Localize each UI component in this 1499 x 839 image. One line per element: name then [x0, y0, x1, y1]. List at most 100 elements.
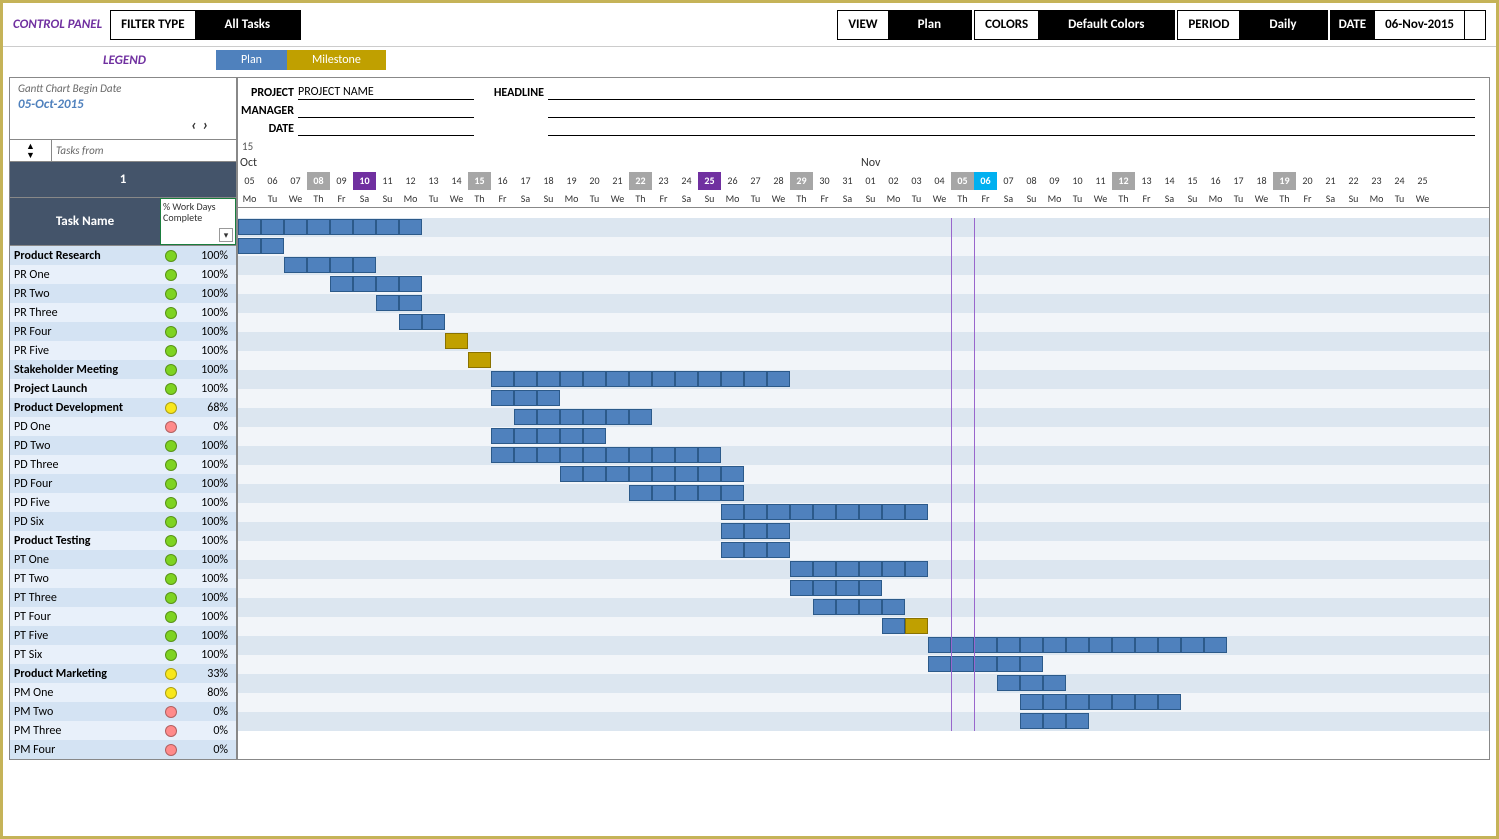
plan-bar[interactable]: [721, 542, 790, 558]
plan-bar[interactable]: [284, 257, 376, 273]
period-value[interactable]: Daily: [1239, 11, 1326, 39]
milestone-bar[interactable]: [905, 618, 928, 634]
task-row[interactable]: PR Four100%: [10, 322, 236, 341]
gantt-row[interactable]: [238, 446, 1489, 465]
plan-bar[interactable]: [790, 561, 928, 577]
gantt-row[interactable]: [238, 636, 1489, 655]
task-row[interactable]: PM One80%: [10, 683, 236, 702]
task-row[interactable]: Product Research100%: [10, 246, 236, 265]
gantt-row[interactable]: [238, 313, 1489, 332]
plan-bar[interactable]: [928, 637, 1227, 653]
gantt-row[interactable]: [238, 332, 1489, 351]
headline-line2[interactable]: [548, 117, 1475, 118]
gantt-row[interactable]: [238, 408, 1489, 427]
gantt-row[interactable]: [238, 351, 1489, 370]
gantt-row[interactable]: [238, 503, 1489, 522]
plan-bar[interactable]: [790, 580, 882, 596]
task-row[interactable]: PD Four100%: [10, 474, 236, 493]
gantt-row[interactable]: [238, 712, 1489, 731]
period-control[interactable]: PERIOD Daily: [1177, 10, 1327, 40]
pct-header-cell[interactable]: % Work Days Complete ▾: [160, 198, 236, 245]
gantt-grid[interactable]: [238, 218, 1489, 731]
plan-bar[interactable]: [560, 466, 744, 482]
task-row[interactable]: PD Two100%: [10, 436, 236, 455]
date-value[interactable]: 06-Nov-2015: [1374, 11, 1464, 39]
gantt-row[interactable]: [238, 389, 1489, 408]
plan-bar[interactable]: [491, 428, 606, 444]
date-control[interactable]: DATE 06-Nov-2015: [1330, 10, 1486, 40]
prev-icon[interactable]: ‹: [191, 116, 197, 135]
gantt-row[interactable]: [238, 484, 1489, 503]
colors-control[interactable]: COLORS Default Colors: [974, 10, 1175, 40]
gantt-row[interactable]: [238, 655, 1489, 674]
gantt-row[interactable]: [238, 256, 1489, 275]
next-icon[interactable]: ›: [202, 116, 208, 135]
task-row[interactable]: PT Three100%: [10, 588, 236, 607]
plan-bar[interactable]: [514, 409, 652, 425]
task-row[interactable]: PT Four100%: [10, 607, 236, 626]
plan-bar[interactable]: [721, 523, 790, 539]
plan-bar[interactable]: [1020, 694, 1181, 710]
gantt-row[interactable]: [238, 522, 1489, 541]
gantt-row[interactable]: [238, 617, 1489, 636]
plan-bar[interactable]: [1020, 713, 1089, 729]
plan-bar[interactable]: [399, 314, 445, 330]
gantt-row[interactable]: [238, 370, 1489, 389]
milestone-bar[interactable]: [445, 333, 468, 349]
task-row[interactable]: Product Marketing33%: [10, 664, 236, 683]
plan-bar[interactable]: [882, 618, 905, 634]
filter-type-value[interactable]: All Tasks: [195, 11, 301, 39]
headline-line3[interactable]: [548, 135, 1475, 136]
gantt-row[interactable]: [238, 560, 1489, 579]
gantt-row[interactable]: [238, 427, 1489, 446]
gantt-row[interactable]: [238, 275, 1489, 294]
gantt-row[interactable]: [238, 237, 1489, 256]
plan-bar[interactable]: [491, 390, 560, 406]
gantt-row[interactable]: [238, 579, 1489, 598]
gantt-row[interactable]: [238, 693, 1489, 712]
task-row[interactable]: Stakeholder Meeting100%: [10, 360, 236, 379]
task-row[interactable]: PD Three100%: [10, 455, 236, 474]
plan-bar[interactable]: [997, 675, 1066, 691]
plan-bar[interactable]: [491, 447, 721, 463]
gantt-row[interactable]: [238, 465, 1489, 484]
task-row[interactable]: PD Six100%: [10, 512, 236, 531]
project-value[interactable]: PROJECT NAME: [298, 85, 474, 100]
date-value-pi[interactable]: [298, 135, 474, 136]
task-row[interactable]: PD One0%: [10, 417, 236, 436]
view-control[interactable]: VIEW Plan: [837, 10, 972, 40]
plan-bar[interactable]: [238, 238, 284, 254]
plan-bar[interactable]: [330, 276, 422, 292]
task-row[interactable]: PR Two100%: [10, 284, 236, 303]
plan-bar[interactable]: [491, 371, 790, 387]
view-value[interactable]: Plan: [888, 11, 972, 39]
task-row[interactable]: PT One100%: [10, 550, 236, 569]
task-row[interactable]: PM Three0%: [10, 721, 236, 740]
task-row[interactable]: PD Five100%: [10, 493, 236, 512]
plan-bar[interactable]: [721, 504, 928, 520]
tasks-from-value[interactable]: 1: [10, 162, 236, 197]
plan-bar[interactable]: [238, 219, 422, 235]
gantt-row[interactable]: [238, 541, 1489, 560]
task-row[interactable]: PR One100%: [10, 265, 236, 284]
milestone-bar[interactable]: [468, 352, 491, 368]
plan-bar[interactable]: [928, 656, 1043, 672]
gantt-row[interactable]: [238, 218, 1489, 237]
filter-type-control[interactable]: FILTER TYPE All Tasks: [110, 10, 301, 40]
gantt-row[interactable]: [238, 598, 1489, 617]
headline-value[interactable]: [548, 99, 1475, 100]
filter-dropdown-icon[interactable]: ▾: [219, 228, 233, 242]
task-row[interactable]: PM Four0%: [10, 740, 236, 759]
sort-arrows[interactable]: ▲▼: [10, 140, 52, 161]
manager-value[interactable]: [298, 117, 474, 118]
task-row[interactable]: PT Two100%: [10, 569, 236, 588]
task-row[interactable]: PT Six100%: [10, 645, 236, 664]
plan-bar[interactable]: [376, 295, 422, 311]
gantt-row[interactable]: [238, 294, 1489, 313]
task-row[interactable]: Product Testing100%: [10, 531, 236, 550]
task-row[interactable]: Product Development68%: [10, 398, 236, 417]
plan-bar[interactable]: [813, 599, 905, 615]
task-row[interactable]: PR Five100%: [10, 341, 236, 360]
gantt-row[interactable]: [238, 674, 1489, 693]
plan-bar[interactable]: [629, 485, 744, 501]
